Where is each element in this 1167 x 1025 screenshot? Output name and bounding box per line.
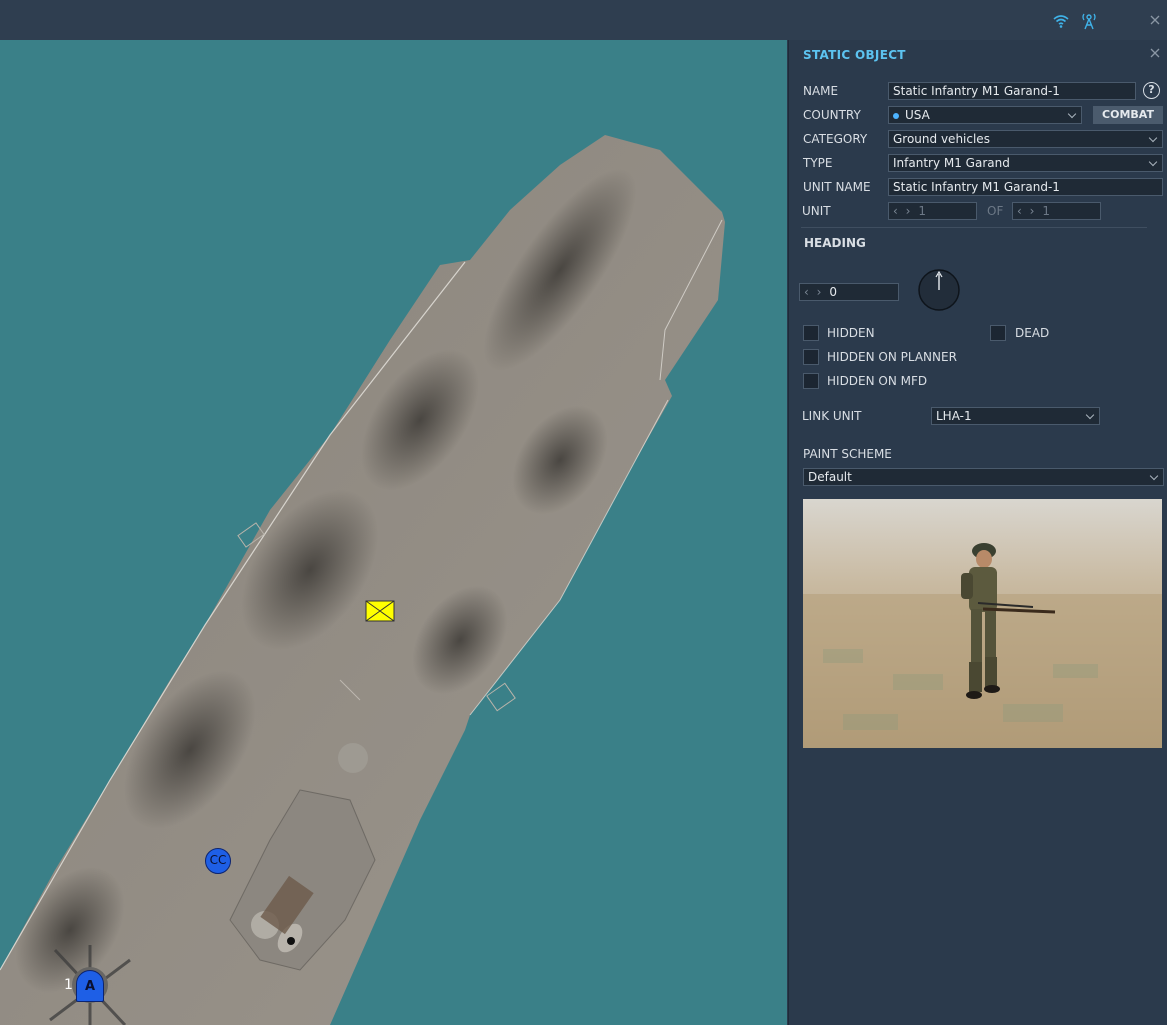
hidden-on-planner-checkbox[interactable] [803, 349, 819, 365]
hidden-checkbox[interactable] [803, 325, 819, 341]
country-flag-icon [893, 112, 899, 119]
antenna-icon[interactable] [1080, 12, 1098, 30]
ship-deck [0, 135, 725, 1025]
unit-preview-image [803, 499, 1162, 748]
help-icon[interactable]: ? [1143, 82, 1160, 99]
heading-title: HEADING [804, 236, 866, 250]
link-unit-select[interactable]: LHA-1 [931, 407, 1100, 425]
top-bar [0, 0, 1167, 40]
category-label: CATEGORY [803, 132, 868, 146]
cc-marker-label: CC [209, 853, 227, 867]
link-unit-value: LHA-1 [936, 409, 972, 423]
country-select[interactable]: USA [888, 106, 1082, 124]
name-label: NAME [803, 84, 839, 98]
hidden-label: HIDDEN [827, 326, 875, 340]
heading-stepper[interactable]: ‹ › 0 [799, 283, 899, 301]
divider [801, 227, 1147, 228]
unit-name-input[interactable]: Static Infantry M1 Garand-1 [888, 178, 1163, 196]
category-value: Ground vehicles [893, 132, 990, 146]
heading-value: 0 [829, 285, 838, 299]
stepper-arrows-icon: ‹ › [804, 285, 824, 299]
hidden-on-planner-label: HIDDEN ON PLANNER [827, 350, 957, 364]
panel-title: STATIC OBJECT [803, 48, 906, 62]
close-icon[interactable] [1148, 46, 1162, 60]
close-icon[interactable] [1149, 14, 1161, 26]
dead-checkbox[interactable] [990, 325, 1006, 341]
name-input[interactable]: Static Infantry M1 Garand-1 [888, 82, 1136, 100]
dead-label: DEAD [1015, 326, 1050, 340]
type-value: Infantry M1 Garand [893, 156, 1010, 170]
hidden-on-mfd-label: HIDDEN ON MFD [827, 374, 928, 388]
link-unit-label: LINK UNIT [802, 409, 862, 423]
static-object-panel: STATIC OBJECT NAME Static Infantry M1 Ga… [788, 40, 1167, 1025]
country-value: USA [905, 108, 930, 122]
stepper-arrows-icon: ‹ › [893, 204, 913, 218]
cc-marker[interactable]: CC [205, 848, 231, 874]
paint-scheme-select[interactable]: Default [803, 468, 1164, 486]
of-stepper[interactable]: ‹ › 1 [1012, 202, 1101, 220]
of-label: OF [987, 204, 1004, 218]
unit-number: 1 [64, 977, 73, 993]
unit-marker[interactable]: A [76, 970, 104, 1002]
static-object-marker[interactable] [365, 600, 395, 622]
category-select[interactable]: Ground vehicles [888, 130, 1163, 148]
wifi-icon[interactable] [1052, 12, 1070, 30]
unit-marker-label: A [84, 979, 96, 994]
heading-dial-icon[interactable] [917, 268, 961, 312]
paint-scheme-value: Default [808, 470, 852, 484]
unit-label: UNIT [802, 204, 831, 218]
type-label: TYPE [803, 156, 833, 170]
combat-button[interactable]: COMBAT [1093, 106, 1163, 124]
paint-scheme-label: PAINT SCHEME [803, 447, 892, 461]
type-select[interactable]: Infantry M1 Garand [888, 154, 1163, 172]
map-view[interactable]: CC 1 A [0, 40, 787, 1025]
unit-name-label: UNIT NAME [803, 180, 871, 194]
of-value: 1 [1042, 204, 1051, 218]
unit-value: 1 [918, 204, 927, 218]
country-label: COUNTRY [803, 108, 861, 122]
hidden-on-mfd-checkbox[interactable] [803, 373, 819, 389]
stepper-arrows-icon: ‹ › [1017, 204, 1037, 218]
unit-stepper[interactable]: ‹ › 1 [888, 202, 977, 220]
